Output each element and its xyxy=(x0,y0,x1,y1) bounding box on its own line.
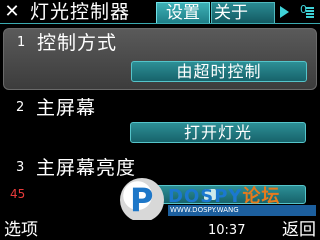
title-bar: ✕ 灯光控制器 设置 关于 0 xyxy=(0,0,320,24)
setting-title: 主屏幕 xyxy=(36,97,97,119)
setting-index: 1 xyxy=(17,35,26,50)
clock: 10:37 xyxy=(208,223,246,238)
arrow-right-icon[interactable] xyxy=(278,3,292,21)
setting-title: 控制方式 xyxy=(37,32,118,54)
options-softkey[interactable]: 选项 xyxy=(4,220,38,240)
watermark-logo-letter: P xyxy=(130,181,154,219)
watermark: P DOSPY论坛 WWW.DOSPY.WANG xyxy=(120,178,316,222)
setting-title: 主屏幕亮度 xyxy=(36,157,137,179)
control-mode-value[interactable]: 由超时控制 xyxy=(131,61,307,82)
back-softkey[interactable]: 返回 xyxy=(282,220,316,240)
softkey-bar: 选项 10:37 返回 xyxy=(0,220,320,240)
battery-icon xyxy=(306,6,316,22)
close-icon[interactable]: ✕ xyxy=(2,1,22,23)
watermark-subtitle: WWW.DOSPY.WANG xyxy=(168,205,316,216)
app-title: 灯光控制器 xyxy=(30,1,131,23)
main-screen-value[interactable]: 打开灯光 xyxy=(130,122,306,143)
tab-settings[interactable]: 设置 xyxy=(156,2,210,23)
setting-index: 2 xyxy=(16,100,25,115)
watermark-brand-cn: 论坛 xyxy=(242,186,281,207)
setting-row-main-screen[interactable]: 2 主屏幕 打开灯光 xyxy=(0,92,320,150)
title-divider xyxy=(0,23,320,24)
tab-about[interactable]: 关于 xyxy=(211,2,275,23)
watermark-brand-en: DOSPY xyxy=(168,186,243,207)
setting-row-control-mode[interactable]: 1 控制方式 由超时控制 xyxy=(3,28,317,90)
brightness-value: 45 xyxy=(10,187,26,201)
setting-index: 3 xyxy=(16,160,25,175)
